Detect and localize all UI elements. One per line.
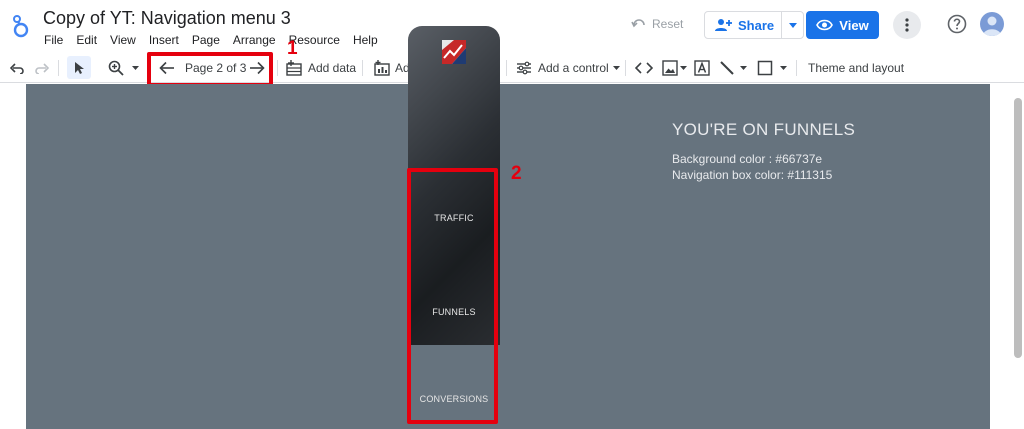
reset-label: Reset bbox=[652, 17, 684, 31]
add-chart-icon bbox=[374, 59, 390, 76]
callout-number-1: 1 bbox=[287, 38, 298, 59]
zoom-icon bbox=[108, 60, 124, 76]
theme-and-layout-button[interactable]: Theme and layout bbox=[808, 52, 904, 83]
shape-icon bbox=[757, 60, 773, 75]
select-cursor-icon bbox=[75, 61, 84, 74]
menu-view[interactable]: View bbox=[110, 33, 136, 47]
menu-page[interactable]: Page bbox=[192, 33, 220, 47]
undo-icon bbox=[10, 62, 24, 74]
chevron-down-icon bbox=[612, 65, 620, 70]
add-control-label: Add a control bbox=[538, 60, 609, 75]
more-options-button[interactable] bbox=[893, 11, 921, 39]
toolbar-divider bbox=[796, 60, 797, 76]
menu-edit[interactable]: Edit bbox=[76, 33, 97, 47]
chevron-down-icon bbox=[680, 65, 687, 70]
menu-insert[interactable]: Insert bbox=[149, 33, 179, 47]
more-vert-icon bbox=[905, 18, 909, 32]
zoom-button[interactable] bbox=[108, 52, 139, 83]
line-icon bbox=[720, 60, 734, 75]
code-embed-icon bbox=[635, 61, 653, 74]
add-control-button[interactable]: Add a control bbox=[516, 52, 620, 83]
eye-icon bbox=[816, 19, 834, 31]
chevron-down-icon bbox=[788, 22, 797, 28]
top-bar: Copy of YT: Navigation menu 3 File Edit … bbox=[0, 0, 1024, 52]
share-button[interactable]: Share bbox=[705, 12, 782, 38]
toolbar-divider bbox=[277, 60, 278, 76]
looker-studio-editor: Copy of YT: Navigation menu 3 File Edit … bbox=[0, 0, 1024, 429]
text-icon bbox=[694, 59, 710, 76]
vertical-scrollbar[interactable] bbox=[1014, 98, 1022, 358]
avatar-icon bbox=[983, 16, 1001, 36]
reset-button[interactable]: Reset bbox=[631, 17, 683, 31]
menu-bar: File Edit View Insert Page Arrange Resou… bbox=[44, 33, 391, 47]
avatar[interactable] bbox=[980, 12, 1004, 36]
view-label: View bbox=[839, 17, 869, 33]
chevron-down-icon bbox=[780, 65, 787, 70]
redo-button[interactable] bbox=[35, 52, 49, 83]
navigation-box-color-info[interactable]: Navigation box color: #111315 bbox=[672, 168, 832, 182]
page-heading[interactable]: YOU'RE ON FUNNELS bbox=[672, 120, 855, 140]
chevron-down-icon bbox=[132, 65, 139, 70]
share-label: Share bbox=[738, 17, 775, 33]
highlight-box-page-navigation bbox=[147, 52, 273, 87]
menu-file[interactable]: File bbox=[44, 33, 63, 47]
toolbar-divider bbox=[58, 60, 59, 76]
report-canvas-area bbox=[0, 84, 1024, 429]
add-data-icon bbox=[286, 59, 302, 76]
menu-help[interactable]: Help bbox=[353, 33, 378, 47]
report-title[interactable]: Copy of YT: Navigation menu 3 bbox=[43, 8, 291, 29]
toolbar-divider bbox=[625, 60, 626, 76]
looker-studio-logo-icon[interactable] bbox=[12, 14, 30, 38]
select-tool-button[interactable] bbox=[67, 56, 91, 79]
highlight-box-navigation-items bbox=[407, 168, 498, 424]
add-control-icon bbox=[517, 61, 531, 74]
callout-number-2: 2 bbox=[511, 163, 522, 184]
image-icon bbox=[662, 59, 678, 76]
share-button-group: Share bbox=[704, 11, 804, 39]
help-icon[interactable] bbox=[947, 14, 967, 34]
insert-line-button[interactable] bbox=[719, 52, 747, 83]
share-person-icon bbox=[715, 19, 732, 31]
insert-text-button[interactable] bbox=[694, 52, 710, 83]
undo-button[interactable] bbox=[10, 52, 24, 83]
chevron-down-icon bbox=[740, 65, 747, 70]
share-dropdown-button[interactable] bbox=[782, 22, 803, 28]
toolbar-divider bbox=[362, 60, 363, 76]
insert-image-button[interactable] bbox=[662, 52, 687, 83]
redo-icon bbox=[35, 62, 49, 74]
view-button[interactable]: View bbox=[806, 11, 879, 39]
add-data-label: Add data bbox=[308, 60, 357, 75]
insert-shape-button[interactable] bbox=[757, 52, 787, 83]
menu-arrange[interactable]: Arrange bbox=[233, 33, 276, 47]
background-color-info[interactable]: Background color : #66737e bbox=[672, 152, 822, 166]
embed-url-button[interactable] bbox=[635, 52, 653, 83]
funnel-logo-icon bbox=[442, 40, 466, 64]
toolbar-divider bbox=[506, 60, 507, 76]
reset-icon bbox=[631, 19, 645, 28]
